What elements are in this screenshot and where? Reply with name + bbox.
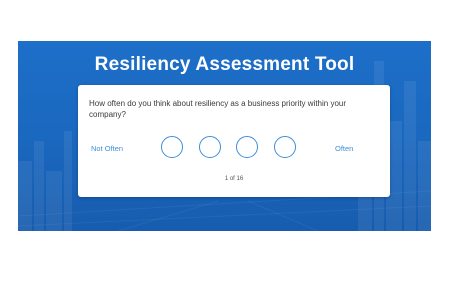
question-text: How often do you think about resiliency … <box>89 99 347 119</box>
answer-option-4[interactable] <box>274 136 296 158</box>
answer-option-1[interactable] <box>161 136 183 158</box>
hero-banner: Resiliency Assessment Tool How often do … <box>18 41 431 231</box>
answer-option-3[interactable] <box>236 136 258 158</box>
page-title: Resiliency Assessment Tool <box>94 54 355 75</box>
scale-label-often: Often <box>335 144 354 153</box>
scale-label-not-often: Not Often <box>91 144 124 153</box>
progress-indicator: 1 of 16 <box>224 176 244 182</box>
question-card: How often do you think about resiliency … <box>78 85 390 197</box>
answer-option-2[interactable] <box>199 136 221 158</box>
